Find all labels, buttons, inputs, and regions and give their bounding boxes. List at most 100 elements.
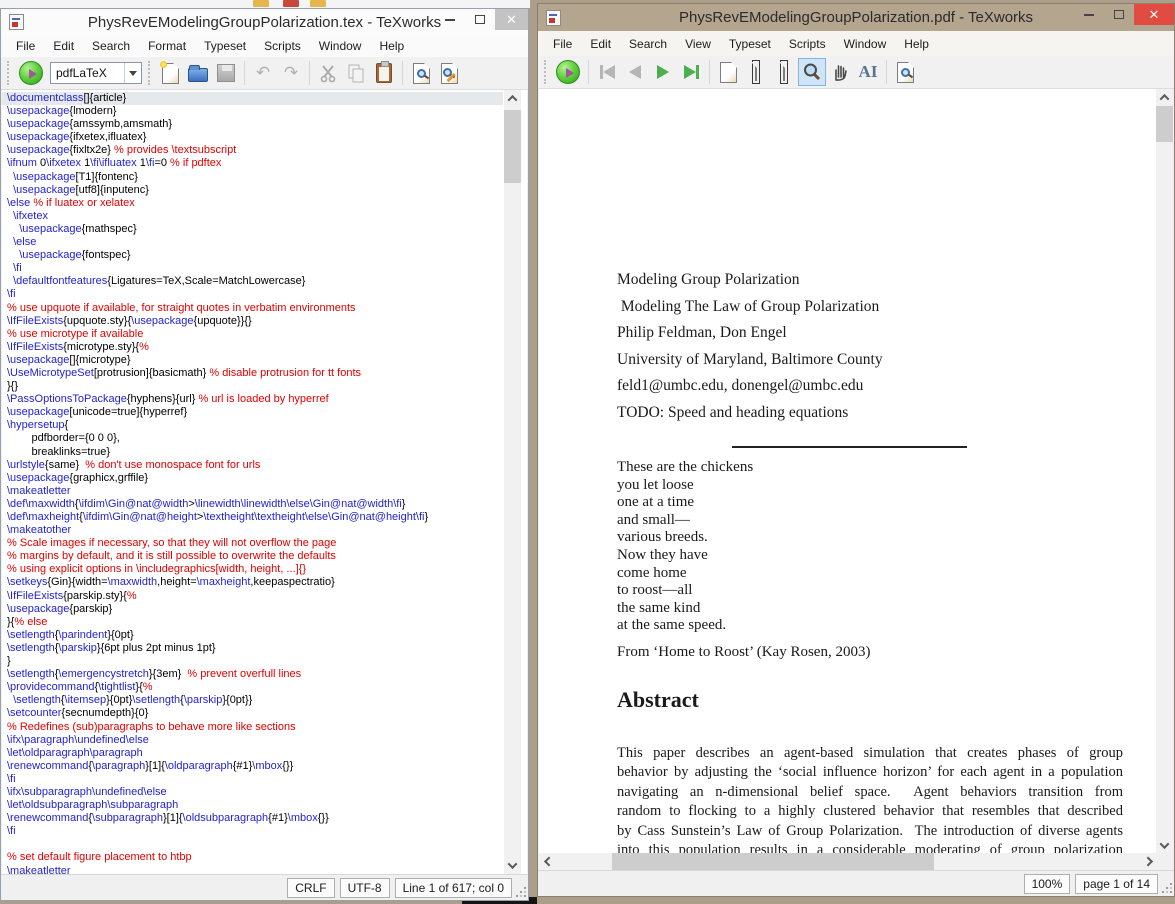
maximize-icon [475, 15, 485, 24]
code-line: \ifx\paragraph\undefined\else [2, 734, 503, 747]
toolbar-grip[interactable] [544, 60, 549, 84]
code-line: \setlength{\itemsep}{0pt}\setlength{\par… [2, 694, 503, 707]
toolbar-grip[interactable] [148, 61, 153, 85]
first-page-button[interactable] [593, 58, 621, 86]
pdf-text-line: These are the chickens [617, 459, 753, 477]
menu-search[interactable]: Search [620, 34, 676, 54]
toolbar-grip[interactable] [7, 61, 12, 85]
code-line: \providecommand{\tightlist}{% [2, 681, 503, 694]
menu-scripts[interactable]: Scripts [255, 36, 310, 56]
pdf-horizontal-scrollbar[interactable] [539, 853, 1158, 870]
new-file-icon [162, 63, 179, 84]
find-button[interactable] [407, 59, 435, 87]
chevron-right-icon [1143, 857, 1153, 867]
undo-icon: ↶ [256, 65, 270, 82]
menu-window[interactable]: Window [310, 36, 371, 56]
next-page-button[interactable] [649, 58, 677, 86]
resize-grip[interactable] [1170, 891, 1172, 893]
pdf-page-viewport[interactable]: Modeling Group Polarization Modeling The… [539, 89, 1157, 854]
paste-button[interactable] [370, 59, 398, 87]
scroll-down-button[interactable] [1156, 837, 1173, 854]
pdf-titlebar[interactable]: PhysRevEModelingGroupPolarization.pdf - … [538, 4, 1174, 31]
scroll-up-button[interactable] [1156, 89, 1173, 106]
pdf-toolbar: AI [538, 56, 1174, 89]
menu-help[interactable]: Help [895, 34, 938, 54]
toolbar-separator [886, 60, 887, 84]
typeset-run-button[interactable] [19, 61, 43, 85]
hand-tool-button[interactable] [826, 58, 854, 86]
next-page-icon [657, 65, 669, 79]
copy-button[interactable] [342, 59, 370, 87]
code-line: \ifxetex [2, 210, 503, 223]
scrollbar-thumb[interactable] [612, 853, 934, 870]
pdf-vertical-scrollbar[interactable] [1156, 89, 1173, 854]
scroll-right-button[interactable] [1141, 853, 1158, 870]
actual-size-button[interactable] [714, 58, 742, 86]
pdf-find-icon [897, 62, 914, 83]
engine-select[interactable]: pdfLaTeX [50, 62, 142, 84]
menu-edit[interactable]: Edit [581, 34, 620, 54]
editor-vertical-scrollbar[interactable] [504, 90, 521, 874]
scroll-up-button[interactable] [504, 90, 521, 107]
fit-to-width-button[interactable] [770, 58, 798, 86]
scroll-down-button[interactable] [504, 857, 521, 874]
magnifier-tool-button[interactable] [798, 58, 826, 86]
close-button[interactable]: ✕ [495, 9, 528, 30]
redo-button[interactable]: ↷ [277, 59, 305, 87]
close-button[interactable]: ✕ [1134, 4, 1174, 25]
background-window-strip [0, 0, 530, 8]
toolbar-separator [709, 60, 710, 84]
menu-help[interactable]: Help [370, 36, 413, 56]
resize-grip[interactable] [524, 895, 526, 897]
replace-button[interactable] [435, 59, 463, 87]
menu-scripts[interactable]: Scripts [780, 34, 835, 54]
editor-toolbar: pdfLaTeX ↶ ↷ [1, 57, 528, 90]
menu-file[interactable]: File [544, 34, 581, 54]
source-editor[interactable]: \documentclass[]{article}\usepackage{lmo… [2, 90, 527, 874]
line-ending-indicator[interactable]: CRLF [287, 878, 334, 898]
scrollbar-thumb[interactable] [1156, 106, 1173, 142]
engine-selected-value: pdfLaTeX [51, 66, 124, 80]
minimize-button[interactable] [435, 9, 465, 30]
new-file-button[interactable] [156, 59, 184, 87]
scrollbar-thumb[interactable] [504, 110, 521, 183]
maximize-button[interactable] [1104, 4, 1134, 25]
page-number-indicator[interactable]: page 1 of 14 [1075, 874, 1158, 894]
code-line: \usepackage{fixltx2e} % provides \textsu… [2, 144, 503, 157]
maximize-button[interactable] [465, 9, 495, 30]
pdf-text-line: and small— [617, 512, 753, 530]
last-page-button[interactable] [677, 58, 705, 86]
code-line: \usepackage[]{microtype} [2, 354, 503, 367]
code-line: % Scale images if necessary, so that the… [2, 537, 503, 550]
editor-titlebar[interactable]: PhysRevEModelingGroupPolarization.tex - … [1, 9, 528, 35]
menu-typeset[interactable]: Typeset [720, 34, 780, 54]
scroll-left-button[interactable] [539, 853, 556, 870]
code-line: \fi [2, 773, 503, 786]
editor-code: \documentclass[]{article}\usepackage{lmo… [2, 90, 503, 874]
zoom-level-indicator[interactable]: 100% [1024, 874, 1071, 894]
pdf-text-line: feld1@umbc.edu, donengel@umbc.edu [617, 373, 883, 400]
previous-page-button[interactable] [621, 58, 649, 86]
menu-search[interactable]: Search [83, 36, 139, 56]
minimize-icon [1084, 14, 1094, 16]
minimize-icon [445, 19, 455, 21]
cut-button[interactable] [314, 59, 342, 87]
menu-window[interactable]: Window [835, 34, 896, 54]
pdf-find-button[interactable] [891, 58, 919, 86]
menu-format[interactable]: Format [139, 36, 195, 56]
text-select-tool-button[interactable]: AI [854, 58, 882, 86]
chevron-up-icon [508, 95, 518, 105]
menu-file[interactable]: File [7, 36, 44, 56]
encoding-indicator[interactable]: UTF-8 [340, 878, 390, 898]
save-button[interactable] [212, 59, 240, 87]
engine-dropdown-arrow[interactable] [124, 63, 141, 83]
menu-view[interactable]: View [676, 34, 720, 54]
menu-edit[interactable]: Edit [44, 36, 83, 56]
desktop: { "editor_window": { "title": "PhysRevEM… [0, 0, 1175, 904]
undo-button[interactable]: ↶ [249, 59, 277, 87]
open-file-button[interactable] [184, 59, 212, 87]
typeset-run-button[interactable] [556, 60, 580, 84]
minimize-button[interactable] [1074, 4, 1104, 25]
fit-to-window-button[interactable] [742, 58, 770, 86]
menu-typeset[interactable]: Typeset [195, 36, 255, 56]
